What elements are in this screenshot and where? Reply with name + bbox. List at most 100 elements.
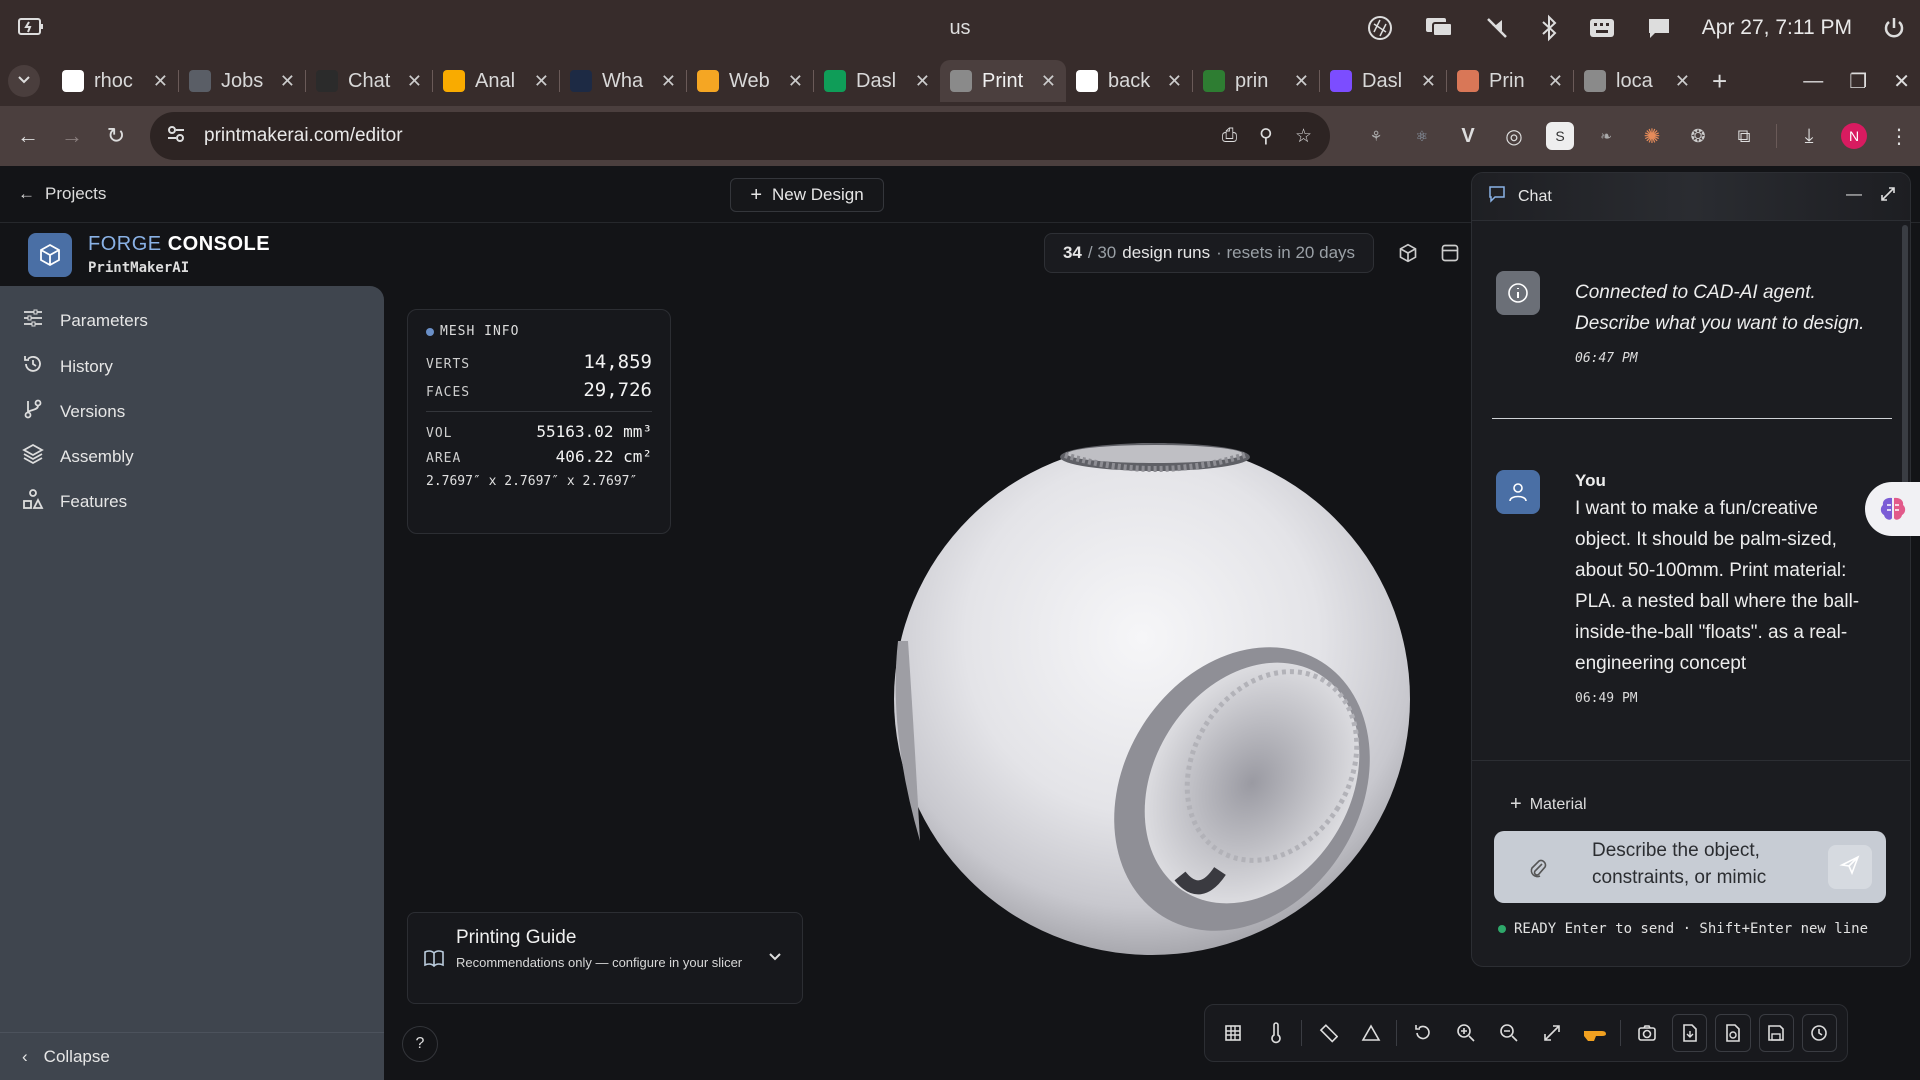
install-app-icon[interactable]: ⎙ — [1222, 125, 1237, 148]
zoom-icon[interactable]: ⚲ — [1259, 125, 1273, 148]
browser-tab[interactable]: back ✕ — [1066, 60, 1192, 102]
sidebar-item-parameters[interactable]: Parameters — [22, 308, 148, 333]
help-button[interactable]: ? — [402, 1026, 438, 1062]
thermometer-icon[interactable] — [1258, 1014, 1293, 1052]
chat-header: Chat — — [1472, 173, 1910, 221]
sidebar-item-versions[interactable]: Versions — [22, 398, 125, 425]
sidebar-item-assembly[interactable]: Assembly — [22, 443, 134, 470]
browser-tab[interactable]: Prin ✕ — [1447, 60, 1573, 102]
export-settings-icon[interactable] — [1715, 1014, 1751, 1052]
clock-icon[interactable] — [1801, 1014, 1838, 1052]
bluetooth-icon[interactable] — [1540, 14, 1558, 42]
close-tab-icon[interactable]: ✕ — [1421, 71, 1436, 92]
download-icon[interactable]: ⤓ — [1795, 122, 1823, 150]
minimize-icon[interactable]: — — [1803, 70, 1823, 93]
reload-icon[interactable]: ↻ — [94, 123, 138, 149]
close-tab-icon[interactable]: ✕ — [1548, 71, 1563, 92]
pointing-hand-icon[interactable] — [1577, 1014, 1612, 1052]
extensions-puzzle-icon[interactable]: ⧉ — [1730, 122, 1758, 150]
extension-claude-icon[interactable]: ✺ — [1638, 122, 1666, 150]
browser-tab[interactable]: prin ✕ — [1193, 60, 1319, 102]
close-tab-icon[interactable]: ✕ — [407, 71, 422, 92]
forward-icon[interactable]: → — [50, 123, 94, 149]
browser-tab[interactable]: Wha ✕ — [560, 60, 686, 102]
rotate-icon[interactable] — [1405, 1014, 1440, 1052]
chevron-down-icon[interactable] — [768, 949, 782, 967]
profile-avatar[interactable]: N — [1841, 123, 1867, 149]
restore-icon[interactable]: ❐ — [1849, 69, 1867, 94]
close-tab-icon[interactable]: ✕ — [915, 71, 930, 92]
browser-tab[interactable]: Dasl ✕ — [814, 60, 940, 102]
browser-tab[interactable]: Anal ✕ — [433, 60, 559, 102]
sidebar-item-history[interactable]: History — [22, 353, 113, 380]
extension-leaf-icon[interactable]: ❧ — [1592, 122, 1620, 150]
keyboard-icon[interactable] — [1588, 16, 1616, 40]
chat-scrollbar[interactable] — [1902, 225, 1908, 525]
extension-v-icon[interactable]: V — [1454, 122, 1482, 150]
message-input[interactable]: Describe the object, constraints, or mim… — [1592, 837, 1772, 897]
openai-icon — [316, 70, 338, 92]
extension-openai-icon[interactable]: ❂ — [1684, 122, 1712, 150]
send-button[interactable] — [1828, 845, 1872, 889]
archive-icon[interactable] — [1440, 243, 1460, 268]
browser-tab[interactable]: Jobs ✕ — [179, 60, 305, 102]
browser-tab[interactable]: rhoc ✕ — [52, 60, 178, 102]
address-bar[interactable]: printmakerai.com/editor ⎙ ⚲ ☆ — [150, 112, 1330, 160]
browser-tab[interactable]: loca ✕ — [1574, 60, 1700, 102]
brain-assistant-icon[interactable] — [1865, 482, 1920, 536]
new-tab-button[interactable]: + — [1712, 66, 1727, 97]
datetime[interactable]: Apr 27, 7:11 PM — [1702, 16, 1852, 40]
3d-model-preview[interactable] — [880, 431, 1420, 966]
ruler-icon[interactable] — [1310, 1014, 1345, 1052]
mic-muted-icon[interactable] — [1484, 15, 1510, 41]
expand-icon[interactable] — [1880, 186, 1896, 207]
save-icon[interactable] — [1758, 1014, 1794, 1052]
sidebar-item-features[interactable]: Features — [22, 488, 127, 515]
zoom-in-icon[interactable] — [1448, 1014, 1483, 1052]
box-view-icon[interactable] — [1398, 243, 1418, 268]
more-menu-icon[interactable]: ⋮ — [1885, 122, 1913, 150]
fullscreen-icon[interactable] — [1534, 1014, 1569, 1052]
extension-react-icon[interactable]: ⚛ — [1408, 122, 1436, 150]
export-file-icon[interactable] — [1672, 1014, 1708, 1052]
triangle-icon[interactable] — [1353, 1014, 1388, 1052]
badge-icon — [1076, 70, 1098, 92]
message-composer[interactable]: Describe the object, constraints, or mim… — [1494, 831, 1886, 903]
paperclip-icon[interactable] — [1528, 857, 1548, 884]
back-icon[interactable]: ← — [6, 123, 50, 149]
close-window-icon[interactable]: ✕ — [1893, 69, 1910, 94]
bookmark-star-icon[interactable]: ☆ — [1295, 125, 1312, 148]
close-tab-icon[interactable]: ✕ — [661, 71, 676, 92]
browser-tab[interactable]: Web ✕ — [687, 60, 813, 102]
minimize-icon[interactable]: — — [1846, 186, 1862, 207]
browser-tab[interactable]: Dasl ✕ — [1320, 60, 1446, 102]
close-tab-icon[interactable]: ✕ — [280, 71, 295, 92]
projects-back-link[interactable]: ← Projects — [18, 184, 106, 204]
collapse-button[interactable]: ‹ Collapse — [0, 1032, 384, 1080]
close-tab-icon[interactable]: ✕ — [1041, 71, 1056, 92]
add-material-button[interactable]: + Material — [1510, 793, 1587, 816]
chat-bubble-icon[interactable] — [1646, 15, 1672, 41]
browser-tab[interactable]: Print ✕ — [940, 60, 1066, 102]
extension-graph-icon[interactable]: ⚘ — [1362, 122, 1390, 150]
close-tab-icon[interactable]: ✕ — [788, 71, 803, 92]
close-tab-icon[interactable]: ✕ — [1675, 71, 1690, 92]
zoom-out-icon[interactable] — [1491, 1014, 1526, 1052]
close-tab-icon[interactable]: ✕ — [534, 71, 549, 92]
tab-search-button[interactable] — [8, 65, 40, 97]
url-text[interactable]: printmakerai.com/editor — [204, 125, 403, 147]
close-tab-icon[interactable]: ✕ — [1167, 71, 1182, 92]
new-design-button[interactable]: + New Design — [730, 178, 884, 212]
extension-target-icon[interactable]: ◎ — [1500, 122, 1528, 150]
close-tab-icon[interactable]: ✕ — [153, 71, 168, 92]
camera-icon[interactable] — [1629, 1014, 1664, 1052]
power-icon[interactable] — [1882, 16, 1906, 40]
screen-capture-icon[interactable] — [1366, 14, 1394, 42]
site-info-icon[interactable] — [166, 124, 186, 149]
printing-guide-panel[interactable]: Printing Guide Recommendations only — co… — [407, 912, 803, 1004]
extension-s-icon[interactable]: S — [1546, 122, 1574, 150]
grid-icon[interactable] — [1215, 1014, 1250, 1052]
browser-tab[interactable]: Chat ✕ — [306, 60, 432, 102]
close-tab-icon[interactable]: ✕ — [1294, 71, 1309, 92]
display-icon[interactable] — [1424, 16, 1454, 40]
